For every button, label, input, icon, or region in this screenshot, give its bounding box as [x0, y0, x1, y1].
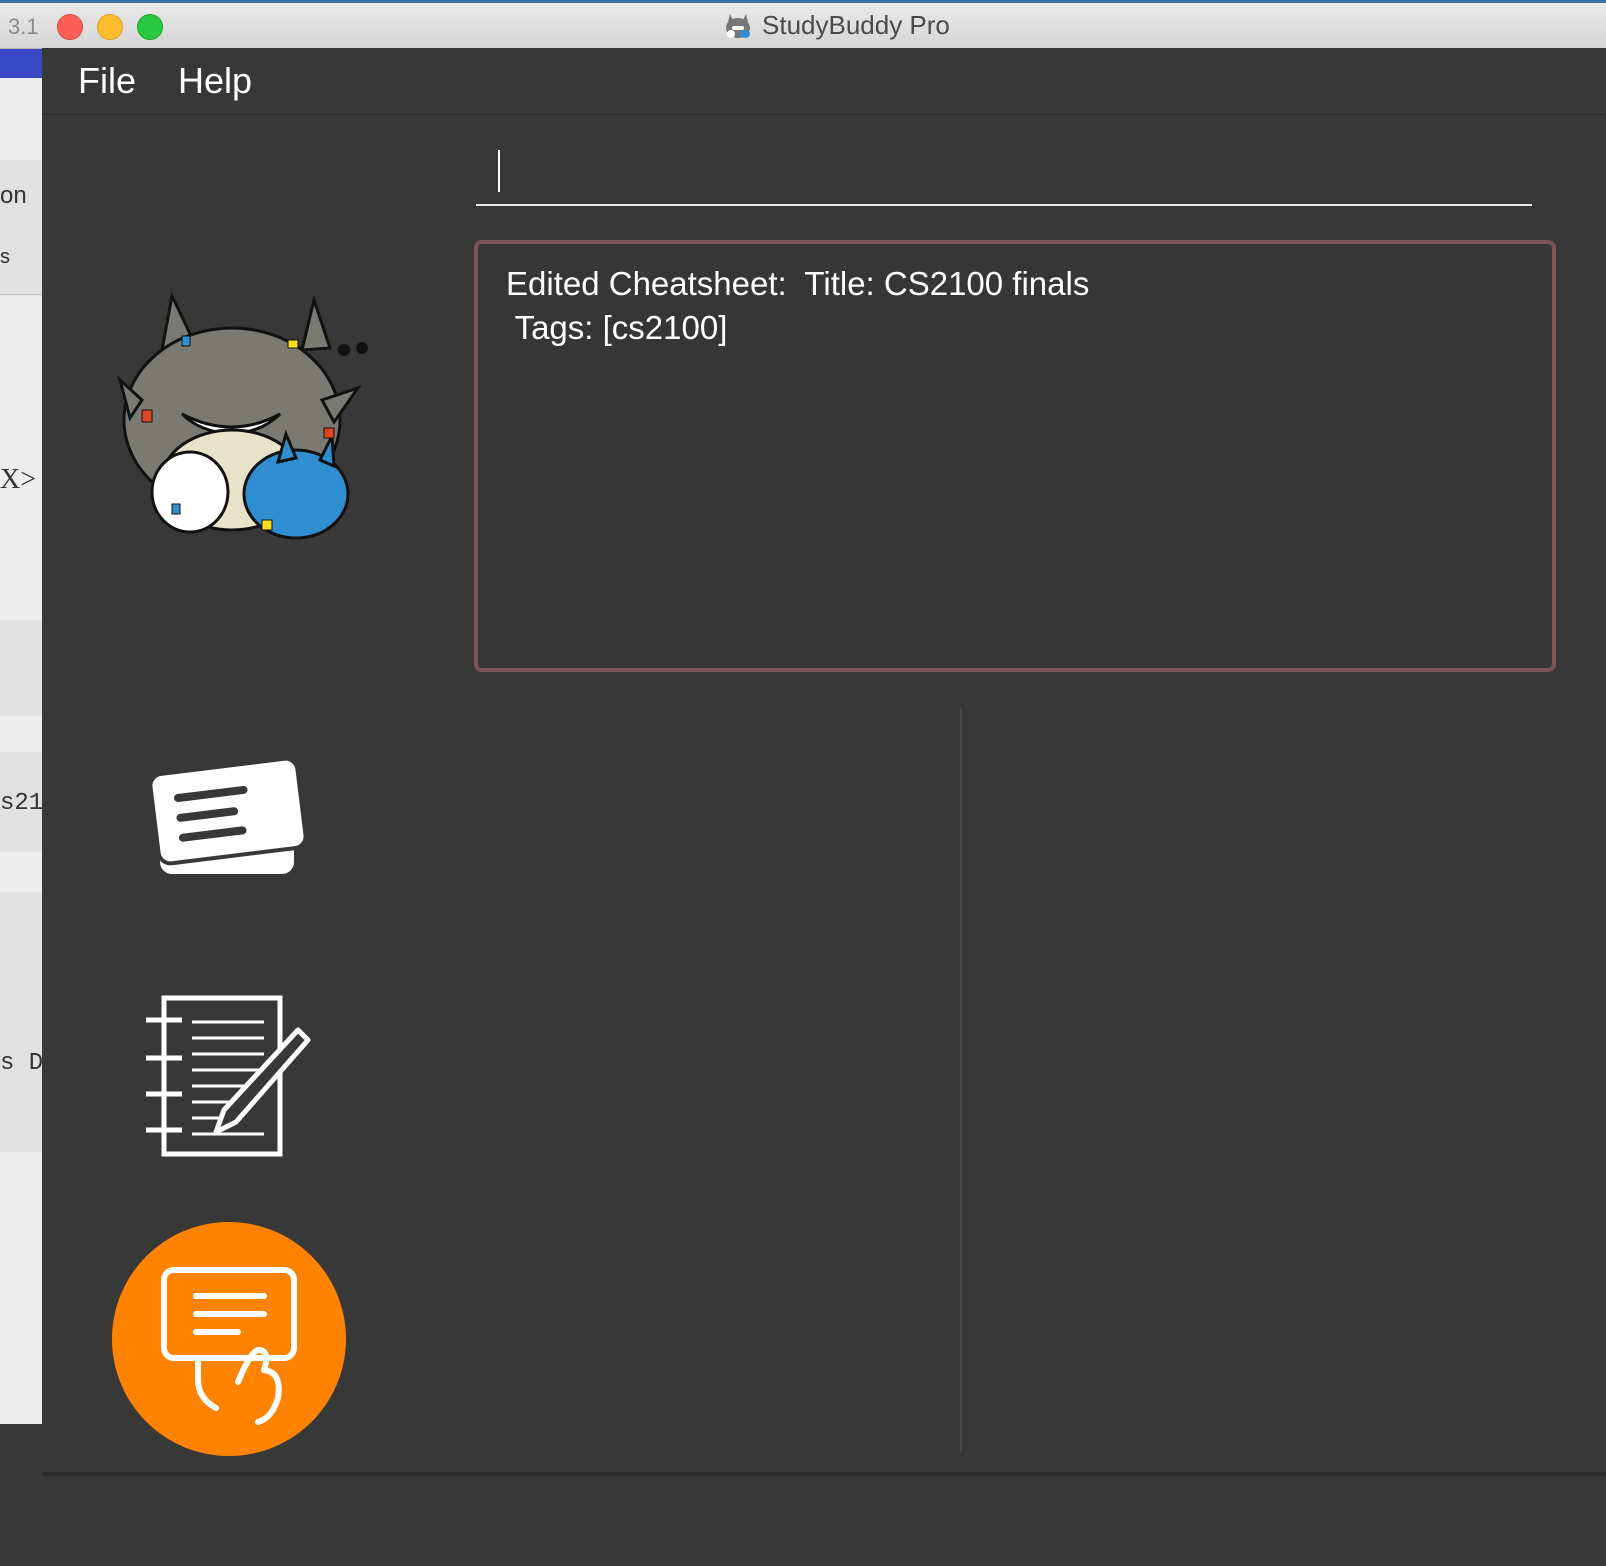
- menu-bar: File Help: [42, 48, 1606, 115]
- command-input-box[interactable]: [476, 142, 1532, 206]
- background-text-fragment: on: [0, 182, 27, 209]
- menu-file[interactable]: File: [78, 60, 136, 102]
- version-fragment: 3.1: [8, 14, 39, 39]
- notebook-pencil-icon[interactable]: [142, 990, 318, 1162]
- background-band: [0, 620, 42, 716]
- result-display: Edited Cheatsheet: Title: CS2100 finals …: [474, 240, 1556, 672]
- background-window-header: [0, 48, 42, 78]
- background-divider: [0, 294, 42, 295]
- totoro-mascot-icon: [82, 290, 382, 550]
- result-message: Edited Cheatsheet: Title: CS2100 finals …: [506, 265, 1090, 346]
- panel-divider[interactable]: [960, 708, 962, 1452]
- background-window-bottom: [0, 1424, 42, 1562]
- close-window-button[interactable]: [57, 14, 83, 40]
- flashcard-icon[interactable]: [148, 746, 310, 880]
- main-window: 3.1 StudyBuddy Pro File Help Edited Chea…: [0, 0, 1606, 1566]
- command-input[interactable]: [476, 142, 1532, 204]
- minimize-window-button[interactable]: [97, 14, 123, 40]
- title-bar-edge: [0, 0, 1606, 3]
- background-text-fragment: X>: [0, 464, 37, 495]
- background-text-fragment: s: [0, 246, 10, 268]
- background-text-fragment: s D: [0, 1050, 42, 1077]
- background-window: on s X> s21 s D: [0, 0, 42, 1562]
- text-caret: [498, 150, 500, 192]
- title-bar[interactable]: 3.1 StudyBuddy Pro: [0, 0, 1606, 49]
- window-title: StudyBuddy Pro: [722, 10, 950, 41]
- status-bar: [42, 1472, 1606, 1566]
- background-band: [0, 160, 42, 296]
- cheatsheet-hand-icon[interactable]: [112, 1222, 346, 1456]
- menu-help[interactable]: Help: [178, 60, 252, 102]
- background-text-fragment: s21: [0, 790, 42, 817]
- totoro-app-icon: [726, 13, 750, 38]
- background-band: [0, 892, 42, 1152]
- window-title-text: StudyBuddy Pro: [762, 10, 950, 40]
- maximize-window-button[interactable]: [137, 14, 163, 40]
